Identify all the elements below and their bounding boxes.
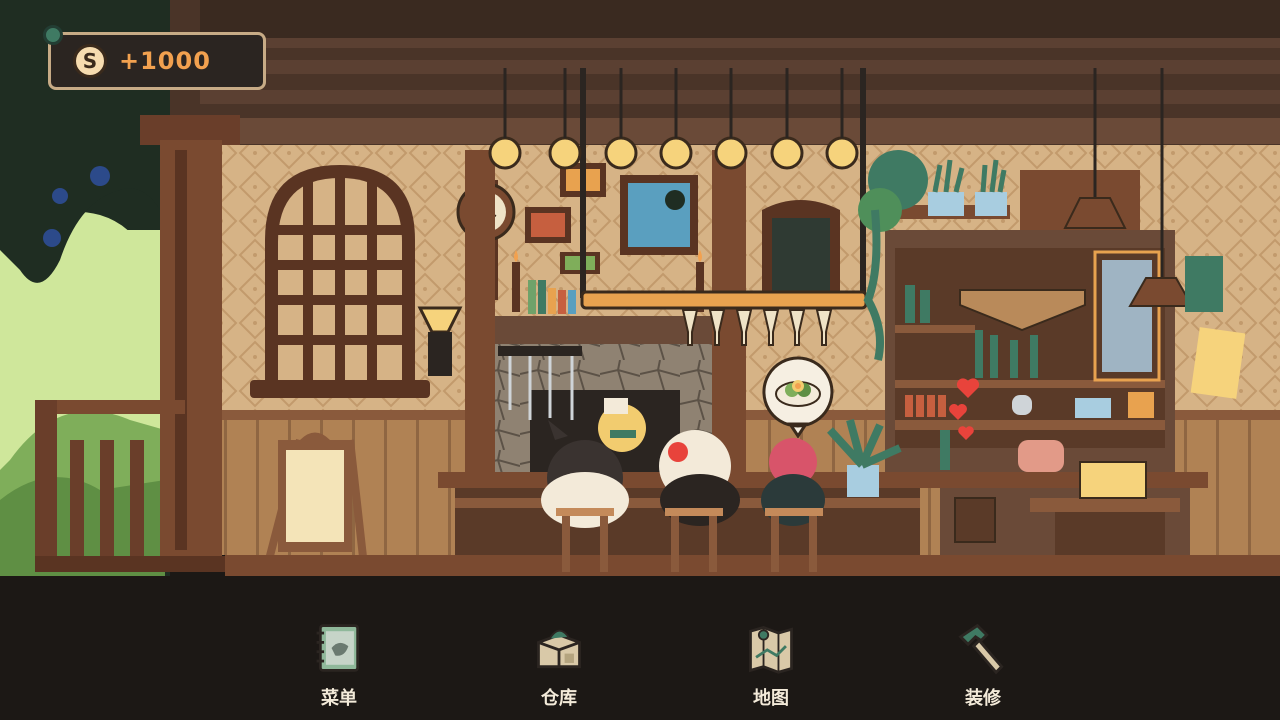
menu-label-recipes: 菜单 (321, 688, 357, 709)
menu-label-map: 地图 (753, 688, 789, 709)
menu-button-map[interactable]: 地图 (716, 620, 826, 710)
recipe-book-icon (316, 624, 360, 672)
order-bubble[interactable] (762, 356, 834, 438)
gem-icon (43, 25, 63, 45)
menu-button-storage[interactable]: 仓库 (504, 620, 614, 710)
hammer-icon (958, 623, 1004, 675)
currency-amount: +1000 (119, 47, 211, 75)
bar-shelves (880, 170, 1175, 480)
menu-label-decorate: 装修 (965, 688, 1001, 709)
arched-window (250, 165, 430, 398)
wall-mirror (762, 200, 840, 300)
menu-button-decorate[interactable]: 装修 (928, 620, 1038, 710)
storage-box-icon (537, 629, 581, 669)
currency-display: S +1000 (43, 25, 266, 90)
coin-icon: S (73, 44, 107, 78)
menu-label-storage: 仓库 (541, 688, 577, 709)
map-icon (749, 625, 793, 674)
game-screen: S +1000 菜单 仓库 地图 装修 (0, 0, 1280, 720)
bottom-menu-bar: 菜单 仓库 地图 装修 (0, 576, 1280, 720)
menu-button-recipes[interactable]: 菜单 (284, 620, 394, 710)
